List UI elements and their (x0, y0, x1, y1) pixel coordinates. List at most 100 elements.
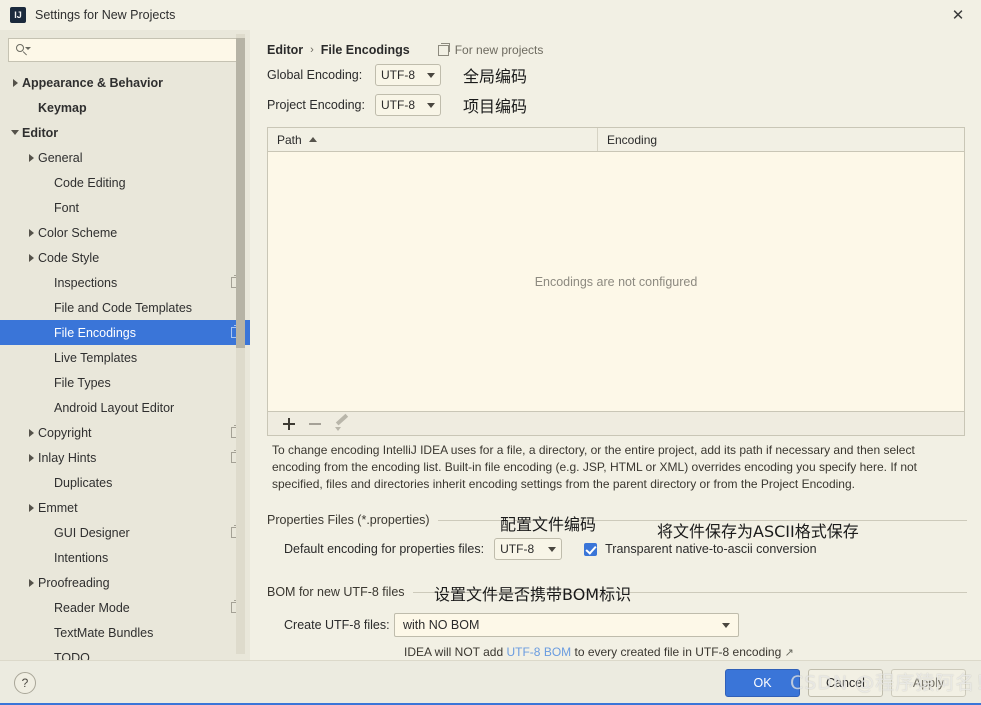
sidebar-item-file-encodings[interactable]: File Encodings (0, 320, 250, 345)
sidebar-item-label: File Encodings (54, 325, 136, 340)
ok-button[interactable]: OK (725, 669, 800, 697)
sidebar-item-file-and-code-templates[interactable]: File and Code Templates (0, 295, 250, 320)
properties-section-title: Properties Files (*.properties) (267, 513, 430, 527)
settings-tree: Appearance & Behavior Keymap Editor General… (0, 70, 250, 660)
properties-section-annotation: 配置文件编码 (500, 515, 597, 534)
sidebar-item-android-layout-editor[interactable]: Android Layout Editor (0, 395, 250, 420)
remove-row-button[interactable] (302, 414, 328, 434)
encodings-description: To change encoding IntelliJ IDEA uses fo… (272, 443, 917, 491)
chevron-right-icon[interactable] (24, 228, 38, 237)
sidebar-item-label: Appearance & Behavior (22, 75, 164, 90)
properties-encoding-label: Default encoding for properties files: (284, 542, 485, 556)
sidebar-item-label: File and Code Templates (54, 300, 193, 315)
sidebar-item-live-templates[interactable]: Live Templates (0, 345, 250, 370)
sidebar-item-intentions[interactable]: Intentions (0, 545, 250, 570)
sidebar-item-font[interactable]: Font (0, 195, 250, 220)
add-row-button[interactable] (276, 414, 302, 434)
project-encoding-value: UTF-8 (381, 98, 415, 112)
sort-ascending-icon (308, 137, 317, 142)
sidebar-item-reader-mode[interactable]: Reader Mode (0, 595, 250, 620)
sidebar-item-keymap[interactable]: Keymap (0, 95, 250, 120)
sidebar-item-label: Android Layout Editor (54, 400, 175, 415)
chevron-right-icon[interactable] (24, 428, 38, 437)
sidebar-item-inspections[interactable]: Inspections (0, 270, 250, 295)
column-header-path[interactable]: Path (268, 128, 598, 151)
properties-encoding-select[interactable]: UTF-8 (494, 538, 563, 560)
column-header-encoding[interactable]: Encoding (598, 128, 964, 151)
cancel-button[interactable]: Cancel (808, 669, 883, 697)
bom-hint-suffix: to every created file in UTF-8 encoding (571, 645, 782, 659)
transparent-conversion-label: Transparent native-to-ascii conversion (605, 542, 817, 556)
sidebar-item-label: Emmet (38, 500, 78, 515)
edit-row-button[interactable] (328, 414, 354, 434)
chevron-right-icon[interactable] (24, 153, 38, 162)
sidebar-item-color-scheme[interactable]: Color Scheme (0, 220, 250, 245)
chevron-right-icon[interactable] (24, 503, 38, 512)
apply-button[interactable]: Apply (891, 669, 966, 697)
sidebar-item-inlay-hints[interactable]: Inlay Hints (0, 445, 250, 470)
close-icon[interactable]: ✕ (935, 0, 981, 30)
settings-dialog: Settings for New Projects ✕ Appearance &… (0, 0, 981, 705)
project-encoding-select[interactable]: UTF-8 (375, 94, 441, 116)
properties-encoding-row: Default encoding for properties files: U… (284, 538, 817, 560)
sidebar-item-code-editing[interactable]: Code Editing (0, 170, 250, 195)
search-icon (15, 43, 31, 57)
scope-indicator: For new projects (437, 42, 544, 57)
settings-sidebar: Appearance & Behavior Keymap Editor General… (0, 30, 250, 660)
global-encoding-label: Global Encoding: (267, 68, 363, 82)
sidebar-item-label: Duplicates (54, 475, 113, 490)
plus-icon (283, 417, 295, 430)
column-header-path-label: Path (277, 132, 302, 147)
sidebar-scrollbar-thumb[interactable] (236, 38, 245, 348)
create-utf8-select[interactable]: with NO BOM (394, 613, 739, 637)
sidebar-item-general[interactable]: General (0, 145, 250, 170)
help-button[interactable]: ? (14, 672, 36, 694)
chevron-right-icon[interactable] (8, 78, 22, 87)
chevron-right-icon[interactable] (24, 578, 38, 587)
sidebar-item-label: TODO (54, 650, 90, 661)
sidebar-item-label: Inspections (54, 275, 118, 290)
sidebar-item-gui-designer[interactable]: GUI Designer (0, 520, 250, 545)
utf8-bom-link[interactable]: UTF-8 BOM (506, 645, 571, 659)
create-utf8-value: with NO BOM (403, 618, 480, 632)
sidebar-item-label: General (38, 150, 83, 165)
minus-icon (309, 422, 321, 425)
sidebar-item-appearance-behavior[interactable]: Appearance & Behavior (0, 70, 250, 95)
sidebar-item-duplicates[interactable]: Duplicates (0, 470, 250, 495)
breadcrumb-separator: › (310, 44, 314, 56)
sidebar-item-label: TextMate Bundles (54, 625, 154, 640)
encodings-table: Path Encoding Encodings are not configur… (267, 127, 965, 412)
search-box[interactable] (8, 38, 242, 62)
chevron-down-icon (722, 622, 730, 628)
create-utf8-label: Create UTF-8 files: (284, 618, 390, 632)
project-encoding-row: Project Encoding: UTF-8 项目编码 (250, 92, 981, 118)
sidebar-item-proofreading[interactable]: Proofreading (0, 570, 250, 595)
transparent-conversion-checkbox[interactable] (584, 542, 598, 556)
scope-label: For new projects (454, 43, 544, 57)
sidebar-item-file-types[interactable]: File Types (0, 370, 250, 395)
sidebar-item-textmate-bundles[interactable]: TextMate Bundles (0, 620, 250, 645)
chevron-down-icon[interactable] (8, 130, 22, 135)
global-encoding-select[interactable]: UTF-8 (375, 64, 441, 86)
sidebar-item-editor[interactable]: Editor (0, 120, 250, 145)
sidebar-item-label: Font (54, 200, 80, 215)
chevron-right-icon[interactable] (24, 453, 38, 462)
sidebar-item-label: File Types (54, 375, 111, 390)
chevron-down-icon (548, 546, 557, 552)
sidebar-item-todo[interactable]: TODO (0, 645, 250, 661)
sidebar-item-code-style[interactable]: Code Style (0, 245, 250, 270)
chevron-right-icon[interactable] (24, 253, 38, 262)
bom-hint-prefix: IDEA will NOT add (404, 645, 507, 659)
content-panel: Editor › File Encodings For new projects… (250, 30, 981, 660)
sidebar-item-copyright[interactable]: Copyright (0, 420, 250, 445)
search-input[interactable] (33, 40, 235, 60)
sidebar-item-label: GUI Designer (54, 525, 130, 540)
breadcrumb-parent[interactable]: Editor (267, 43, 303, 57)
global-encoding-row: Global Encoding: UTF-8 全局编码 (250, 62, 981, 88)
chevron-down-icon (427, 72, 435, 78)
search-container (0, 30, 250, 68)
breadcrumb: Editor › File Encodings For new projects (250, 30, 981, 58)
stack-icon (437, 42, 450, 56)
sidebar-item-emmet[interactable]: Emmet (0, 495, 250, 520)
table-body: Encodings are not configured (268, 152, 964, 411)
